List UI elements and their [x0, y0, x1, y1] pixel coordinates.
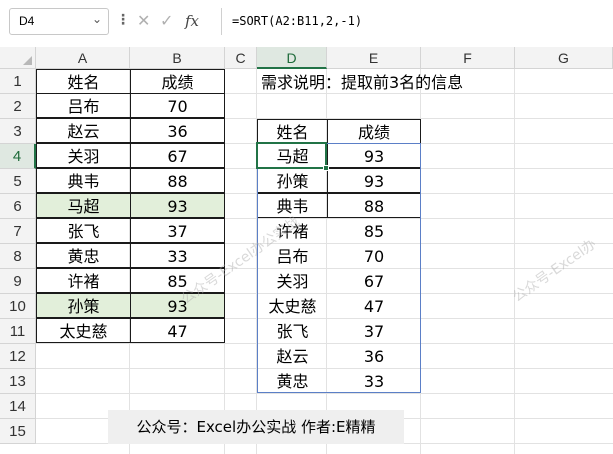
cell-a8[interactable]: 黄忠 — [36, 243, 131, 268]
cell-e11[interactable]: 37 — [327, 319, 421, 344]
formula-input[interactable]: =SORT(A2:B11,2,-1) — [221, 8, 613, 35]
cell-e9[interactable]: 67 — [327, 269, 421, 294]
row-header-4[interactable]: 4 — [0, 144, 36, 169]
footer-credit: 公众号：Excel办公实战 作者:E精精 — [108, 410, 404, 444]
cell-b5[interactable]: 88 — [130, 168, 225, 193]
row-header-15[interactable]: 15 — [0, 419, 36, 444]
row-header-11[interactable]: 11 — [0, 319, 36, 344]
cell-a4[interactable]: 关羽 — [36, 143, 131, 168]
cell-b6[interactable]: 93 — [130, 193, 225, 218]
row-header-3[interactable]: 3 — [0, 119, 36, 144]
cell-b2[interactable]: 70 — [130, 93, 225, 118]
cell-d10[interactable]: 太史慈 — [257, 294, 328, 319]
cell-b10[interactable]: 93 — [130, 293, 225, 318]
cell-e5[interactable]: 93 — [327, 168, 421, 193]
cell-a10[interactable]: 孙策 — [36, 293, 131, 318]
cell-e6[interactable]: 88 — [327, 193, 421, 218]
column-header-d[interactable]: D — [257, 47, 327, 69]
gridline — [514, 69, 515, 454]
name-box-value: D4 — [19, 14, 35, 28]
fill-handle[interactable] — [323, 165, 329, 171]
cell-e8[interactable]: 70 — [327, 244, 421, 269]
cell-e4[interactable]: 93 — [327, 143, 421, 168]
column-header-g[interactable]: G — [515, 47, 613, 69]
cell-d13[interactable]: 黄忠 — [257, 369, 328, 394]
cell-d8[interactable]: 吕布 — [257, 244, 328, 269]
row-header-2[interactable]: 2 — [0, 94, 36, 119]
row-header-5[interactable]: 5 — [0, 169, 36, 194]
cell-a11[interactable]: 太史慈 — [36, 318, 131, 343]
column-header-f[interactable]: F — [421, 47, 515, 69]
cell-a3[interactable]: 赵云 — [36, 118, 131, 143]
row-header-8[interactable]: 8 — [0, 244, 36, 269]
cell-e10[interactable]: 47 — [327, 294, 421, 319]
cell-d5[interactable]: 孙策 — [257, 168, 328, 193]
column-header-a[interactable]: A — [36, 47, 130, 69]
formula-text: =SORT(A2:B11,2,-1) — [232, 14, 363, 28]
cell-d9[interactable]: 关羽 — [257, 269, 328, 294]
row-header-10[interactable]: 10 — [0, 294, 36, 319]
cell-a1[interactable]: 姓名 — [36, 69, 131, 94]
row-header-6[interactable]: 6 — [0, 194, 36, 219]
cell-e12[interactable]: 36 — [327, 344, 421, 369]
more-options-icon[interactable]: ⋮ — [116, 12, 130, 28]
row-header-13[interactable]: 13 — [0, 369, 36, 394]
cell-b1[interactable]: 成绩 — [130, 69, 225, 94]
cell-a6[interactable]: 马超 — [36, 193, 131, 218]
cell-d11[interactable]: 张飞 — [257, 319, 328, 344]
cell-d4[interactable]: 马超 — [257, 143, 328, 168]
cell-b8[interactable]: 33 — [130, 243, 225, 268]
requirement-note: 需求说明：提取前3名的信息 — [261, 73, 464, 92]
formula-bar: D4 ⌄ ⋮ ✕ ✓ fx =SORT(A2:B11,2,-1) — [0, 0, 613, 46]
row-header-12[interactable]: 12 — [0, 344, 36, 369]
row-header-1[interactable]: 1 — [0, 69, 36, 94]
cell-d6[interactable]: 典韦 — [257, 193, 328, 218]
cell-e7[interactable]: 85 — [327, 219, 421, 244]
select-all-button[interactable] — [0, 47, 36, 69]
cell-b4[interactable]: 67 — [130, 143, 225, 168]
row-header-14[interactable]: 14 — [0, 394, 36, 419]
enter-icon[interactable]: ✓ — [160, 11, 173, 30]
cell-a2[interactable]: 吕布 — [36, 93, 131, 118]
cell-b11[interactable]: 47 — [130, 318, 225, 343]
name-box[interactable]: D4 ⌄ — [9, 8, 109, 35]
cell-a9[interactable]: 许褚 — [36, 268, 131, 293]
cell-d3[interactable]: 姓名 — [257, 119, 328, 144]
cell-b3[interactable]: 36 — [130, 118, 225, 143]
cell-b7[interactable]: 37 — [130, 218, 225, 243]
column-header-b[interactable]: B — [130, 47, 225, 69]
row-header-9[interactable]: 9 — [0, 269, 36, 294]
cell-b9[interactable]: 85 — [130, 268, 225, 293]
column-header-c[interactable]: C — [225, 47, 257, 69]
row-header-7[interactable]: 7 — [0, 219, 36, 244]
cell-d7[interactable]: 许褚 — [257, 219, 328, 244]
column-header-e[interactable]: E — [327, 47, 421, 69]
cell-d12[interactable]: 赵云 — [257, 344, 328, 369]
chevron-down-icon[interactable]: ⌄ — [92, 12, 102, 26]
cell-e13[interactable]: 33 — [327, 369, 421, 394]
watermark: 公众号-Excel办 — [509, 236, 600, 306]
cell-e3[interactable]: 成绩 — [327, 119, 421, 144]
cell-a5[interactable]: 典韦 — [36, 168, 131, 193]
insert-function-button[interactable]: fx — [185, 12, 199, 30]
cancel-icon[interactable]: ✕ — [137, 11, 150, 30]
cell-a7[interactable]: 张飞 — [36, 218, 131, 243]
